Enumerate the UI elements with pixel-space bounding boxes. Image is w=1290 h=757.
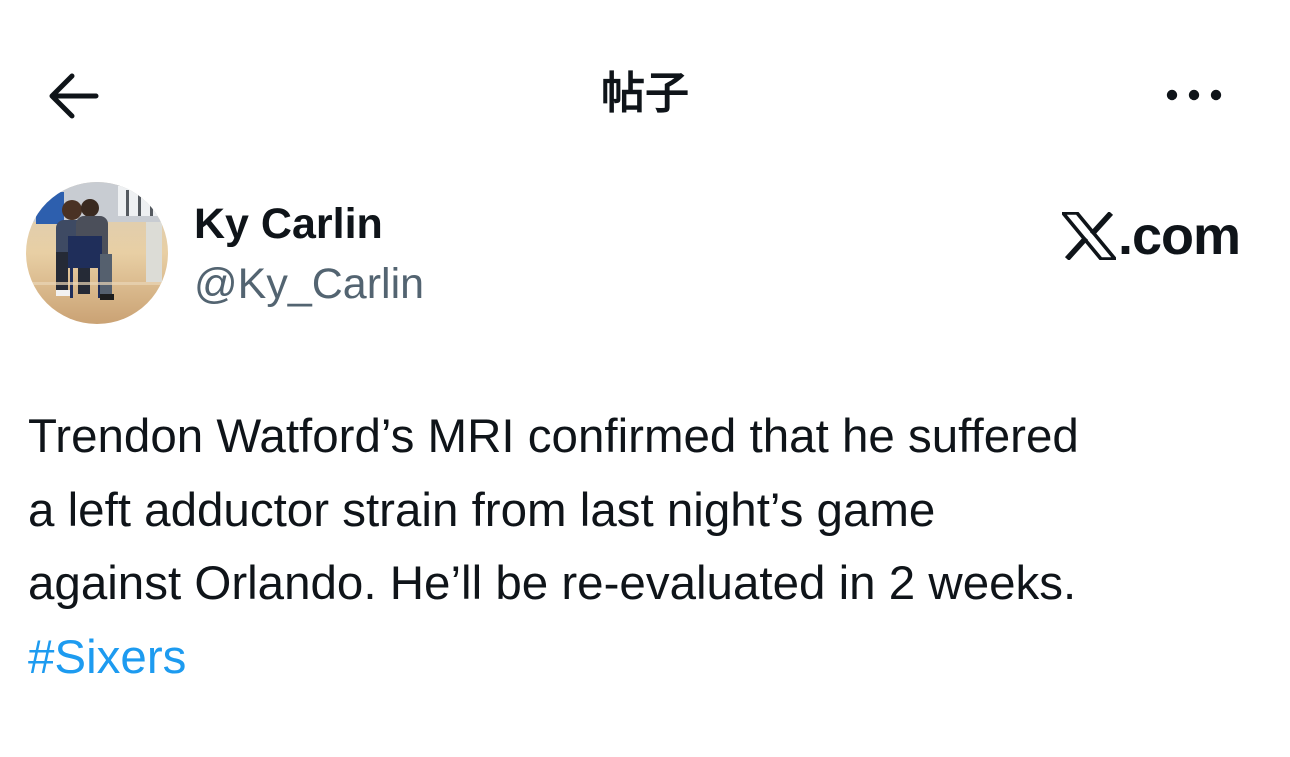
page-title: 帖子	[601, 68, 689, 119]
hashtag-link[interactable]: #Sixers	[28, 621, 1268, 695]
tweet-text-line: a left adductor strain from last night’s…	[28, 483, 936, 537]
x-logo-icon	[1061, 212, 1116, 260]
tweet-text: Trendon Watford’s MRI confirmed that he …	[28, 400, 1268, 694]
tweet-author-row: Ky Carlin @Ky_Carlin .com	[26, 182, 1266, 327]
x-com-watermark: .com	[1061, 206, 1241, 266]
author-display-name[interactable]: Ky Carlin	[194, 196, 383, 252]
tweet-text-line: Trendon Watford’s MRI confirmed that he …	[28, 410, 1079, 463]
more-options-button[interactable]	[1160, 78, 1230, 114]
avatar[interactable]	[26, 182, 168, 324]
avatar-photo	[26, 182, 168, 324]
top-navigation-bar: 帖子	[0, 0, 1290, 190]
author-handle[interactable]: @Ky_Carlin	[194, 256, 424, 312]
more-horizontal-icon	[1166, 89, 1222, 101]
tweet-text-line: against Orlando. He’ll be re-evaluated i…	[28, 557, 1077, 610]
watermark-text: .com	[1117, 206, 1241, 266]
